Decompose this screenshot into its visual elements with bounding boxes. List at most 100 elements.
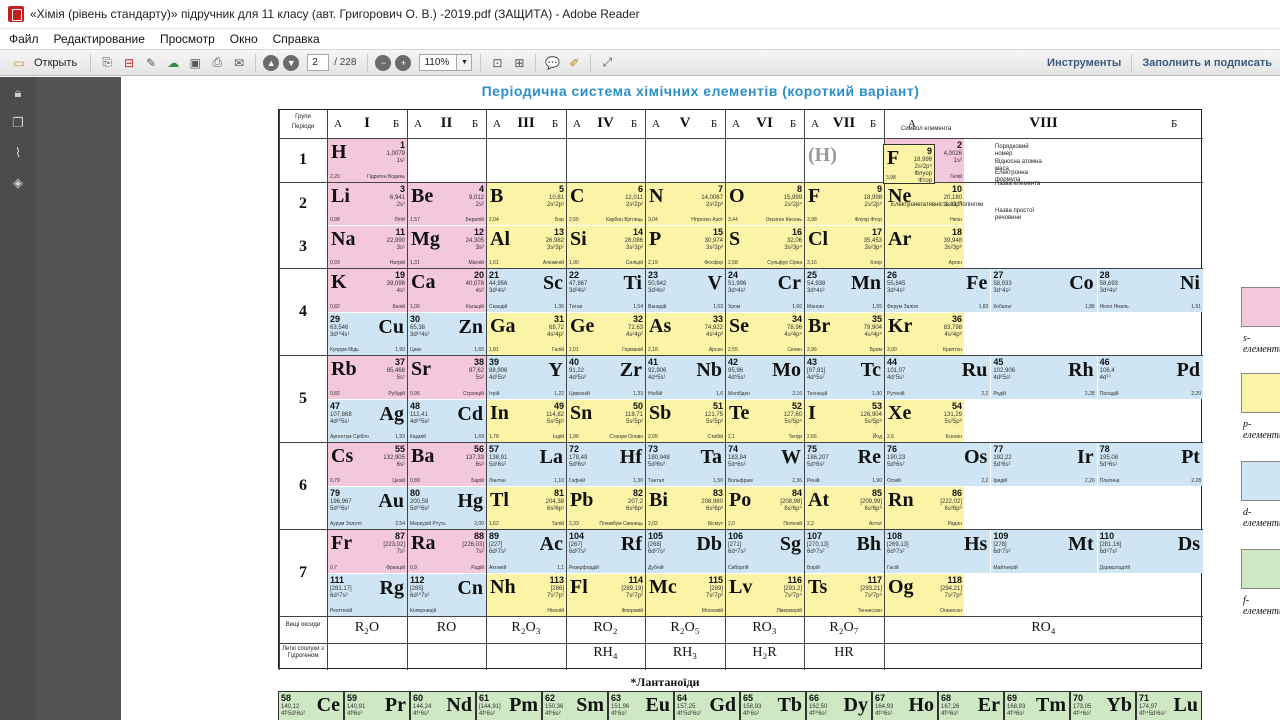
fill-sign-link[interactable]: Заполнить и подписать — [1142, 57, 1272, 69]
lanthanide-cell[interactable]: Pr 59 140,91 4f³6s² — [344, 691, 410, 720]
element-cell[interactable]: Mn 25 54,938 3d⁵4s² Манган 1,55 — [805, 269, 884, 312]
element-cell[interactable]: Sg 106 [271] 6d⁴7s² Сиборгій — [726, 530, 804, 573]
element-cell[interactable]: P 15 30,974 3s²3p³ Фосфор 2,19 — [646, 226, 725, 268]
element-cell[interactable]: O 8 15,999 2s²2p⁴ Оксиген Кисень 3,44 — [726, 183, 804, 225]
element-cell[interactable]: V 23 50,942 3d³4s² Ванадій 1,63 — [646, 269, 725, 312]
element-cell[interactable]: Ds 110 [281,16] 6d⁸7s² Дармштадтій — [1097, 530, 1203, 573]
element-cell[interactable]: Mt 109 [278] 6d⁷7s² Майтнерій — [991, 530, 1097, 573]
element-cell[interactable]: Si 14 28,086 3s²3p² Силіцій 1,90 — [567, 226, 645, 268]
element-cell[interactable]: Tl 81 204,38 6s²6p¹ Талій 1,62 — [487, 487, 566, 529]
element-cell[interactable]: S 16 32,06 3s²3p⁴ Сульфур Сірка 2,58 — [726, 226, 804, 268]
element-cell[interactable]: Rn 86 [222,02] 6s²6p⁶ Радон — [885, 487, 964, 529]
attachment-icon[interactable]: ⌇ — [10, 145, 26, 161]
zoom-in-icon[interactable]: + — [395, 54, 412, 71]
element-cell[interactable]: Xe 54 131,29 5s²5p⁶ Ксенон 2,6 — [885, 400, 964, 442]
element-cell[interactable]: Hg 80 200,59 5d¹⁰6s² Меркурій Ртуть 2,00 — [408, 487, 486, 529]
element-cell[interactable]: Mc 115 [289] 7s²7p³ Московій — [646, 574, 725, 616]
menu-view[interactable]: Просмотр — [151, 32, 221, 46]
cloud-upload-icon[interactable]: ☁ — [164, 54, 182, 72]
menu-edit[interactable]: Редактирование — [45, 32, 151, 46]
element-cell[interactable]: Hs 108 [269,13] 6d⁶7s² Гасій — [885, 530, 991, 573]
zoom-input[interactable]: 110% — [419, 54, 458, 71]
element-cell[interactable]: As 33 74,922 4s²4p³ Арсен 2,18 — [646, 313, 725, 355]
edit-pdf-icon[interactable]: ✎ — [142, 54, 160, 72]
lanthanide-cell[interactable]: Dy 66 162,50 4f¹⁰6s² — [806, 691, 872, 720]
layers-icon[interactable]: ◈ — [10, 175, 26, 191]
element-cell[interactable]: Pt 78 195,08 5d⁹6s¹ Платина 2,28 — [1097, 443, 1203, 486]
lock-icon[interactable]: 🔒︎ — [10, 85, 26, 101]
element-cell[interactable]: Fr 87 [223,02] 7s¹ Францій 0,7 — [328, 530, 407, 573]
element-cell[interactable]: Cd 48 112,41 4d¹⁰5s² Кадмій 1,69 — [408, 400, 486, 442]
element-cell[interactable]: Sr 38 87,62 5s² Стронцій 0,95 — [408, 356, 486, 399]
element-cell[interactable]: Cn 112 [285] 6d¹⁰7s² Коперницій — [408, 574, 486, 616]
document-area[interactable]: Періодична система хімічних елементів (к… — [36, 77, 1280, 720]
lanthanide-cell[interactable]: Pm 61 [144,91] 4f⁵6s² — [476, 691, 542, 720]
element-cell[interactable]: Au 79 196,967 5d¹⁰6s¹ Аурум Золото 2,54 — [328, 487, 407, 529]
lanthanide-cell[interactable]: Er 68 167,26 4f¹²6s² — [938, 691, 1004, 720]
element-cell[interactable]: Re 75 186,207 5d⁵6s² Реній 1,90 — [805, 443, 884, 486]
next-page-icon[interactable]: ▼ — [283, 54, 300, 71]
element-cell[interactable]: Cl 17 35,453 3s²3p⁵ Хлор 3,16 — [805, 226, 884, 268]
element-cell[interactable]: Nb 41 92,906 4d⁴5s¹ Ніобій 1,6 — [646, 356, 725, 399]
element-cell[interactable]: B 5 10,81 2s²2p¹ Бор 2,04 — [487, 183, 566, 225]
save-icon[interactable]: ▣ — [186, 54, 204, 72]
element-cell[interactable]: Pd 46 106,4 4d¹⁰ Паладій 2,20 — [1097, 356, 1203, 399]
element-cell[interactable]: Hf 72 178,49 5d²6s² Гафній 1,30 — [567, 443, 645, 486]
pages-icon[interactable]: ❐ — [10, 115, 26, 131]
lanthanide-cell[interactable]: Ho 67 164,93 4f¹¹6s² — [872, 691, 938, 720]
element-cell[interactable]: Os 76 190,23 5d⁶6s² Осмій 2,2 — [885, 443, 991, 486]
element-cell[interactable]: Ni 28 58,693 3d⁸4s² Нікол Нікель 1,91 — [1097, 269, 1203, 312]
element-cell[interactable]: La 57 138,91 5d¹6s² Лантан 1,10 — [487, 443, 566, 486]
element-cell[interactable]: Nh 113 [286] 7s²7p¹ Ніхоній — [487, 574, 566, 616]
element-cell[interactable]: Kr 36 83,798 4s²4p⁶ Криптон 3,00 — [885, 313, 964, 355]
export-pdf-icon[interactable]: ⊟ — [120, 54, 138, 72]
element-cell[interactable]: Al 13 26,982 3s²3p¹ Алюміній 1,61 — [487, 226, 566, 268]
element-cell[interactable]: Og 118 [294,21] 7s²7p⁶ Оганесон — [885, 574, 964, 616]
element-cell[interactable]: Po 84 [208,98] 6s²6p⁴ Полоній 2,0 — [726, 487, 804, 529]
menu-window[interactable]: Окно — [221, 32, 264, 46]
element-cell[interactable]: W 74 183,84 5d⁴6s² Вольфрам 2,36 — [726, 443, 804, 486]
zoom-out-icon[interactable]: − — [375, 54, 392, 71]
element-cell[interactable]: In 49 114,82 5s²5p¹ Індій 1,78 — [487, 400, 566, 442]
element-cell[interactable]: I 53 126,904 5s²5p⁵ Йод 2,66 — [805, 400, 884, 442]
element-cell[interactable]: Bi 83 208,980 6s²6p³ Бісмут 2,02 — [646, 487, 725, 529]
element-cell[interactable]: Ru 44 101,07 4d⁷5s¹ Рутеній 2,2 — [885, 356, 991, 399]
menu-file[interactable]: Файл — [0, 32, 45, 46]
lanthanide-cell[interactable]: Gd 64 157,25 4f⁷5d¹6s² — [674, 691, 740, 720]
element-cell[interactable]: Ga 31 69,72 4s²4p¹ Галій 1,81 — [487, 313, 566, 355]
lanthanide-cell[interactable]: Nd 60 144,24 4f⁴6s² — [410, 691, 476, 720]
element-cell[interactable]: Db 105 [268] 6d³7s² Дубній — [646, 530, 725, 573]
element-cell[interactable]: Ti 22 47,867 3d²4s² Титан 1,54 — [567, 269, 645, 312]
element-cell[interactable]: Y 39 88,906 4d¹5s² Ітрій 1,22 — [487, 356, 566, 399]
element-cell[interactable]: Ca 20 40,078 4s² Кальцій 1,00 — [408, 269, 486, 312]
element-cell[interactable]: At 85 [209,99] 6s²6p⁵ Астат 2,2 — [805, 487, 884, 529]
lanthanide-cell[interactable]: Yb 70 173,05 4f¹⁴6s² — [1070, 691, 1136, 720]
element-cell[interactable]: Bh 107 [270,13] 6d⁵7s² Борій — [805, 530, 884, 573]
element-cell[interactable]: Rg 111 [281,17] 6d⁹7s² Рентгеній — [328, 574, 407, 616]
element-cell[interactable]: Ir 77 192,22 5d⁷6s² Іридій 2,20 — [991, 443, 1097, 486]
element-cell[interactable]: Fl 114 [289,19] 7s²7p² Флеровій — [567, 574, 645, 616]
highlight-icon[interactable]: ✐ — [565, 54, 583, 72]
element-cell[interactable]: F 9 18,998 2s²2p⁵ Флуор Фтор 3,98 — [805, 183, 884, 225]
element-cell[interactable]: Lv 116 [293,2] 7s²7p⁴ Ліверморій — [726, 574, 804, 616]
element-cell[interactable]: Ac 89 [227] 6d¹7s² Актиній 1,1 — [487, 530, 566, 573]
element-cell[interactable]: Mg 12 24,305 3s² Магній 1,31 — [408, 226, 486, 268]
element-cell[interactable]: Ta 73 180,948 5d³6s² Тантал 1,50 — [646, 443, 725, 486]
element-cell[interactable]: H 1 1,0079 1s¹ Гідроген Водень 2,20 — [328, 139, 407, 182]
menu-help[interactable]: Справка — [264, 32, 326, 46]
element-cell[interactable]: Ra 88 [226,03] 7s² Радій 0,9 — [408, 530, 486, 573]
element-cell[interactable]: Tc 43 [97,91] 4d⁵5s² Технецій 1,90 — [805, 356, 884, 399]
element-cell[interactable]: Ag 47 107,868 4d¹⁰5s¹ Аргентум Срібло 1,93 — [328, 400, 407, 442]
tools-link[interactable]: Инструменты — [1047, 57, 1121, 69]
lanthanide-cell[interactable]: Tb 65 158,93 4f⁹6s² — [740, 691, 806, 720]
lanthanide-cell[interactable]: Sm 62 150,36 4f⁶6s² — [542, 691, 608, 720]
fit-width-icon[interactable]: ⊞ — [510, 54, 528, 72]
element-cell[interactable]: Sb 51 121,75 5s²5p³ Стибій 2,05 — [646, 400, 725, 442]
element-cell[interactable]: Ba 56 137,33 6s² Барій 0,89 — [408, 443, 486, 486]
full-screen-icon[interactable]: ⤢ — [598, 54, 616, 72]
element-cell[interactable]: Br 35 79,904 4s²4p⁵ Бром 2,96 — [805, 313, 884, 355]
element-cell[interactable]: Fe 26 55,845 3d⁶4s² Ферум Залізо 1,83 — [885, 269, 991, 312]
element-cell[interactable]: Sn 50 118,71 5s²5p² Станум Олово 1,96 — [567, 400, 645, 442]
element-cell[interactable]: Cs 55 132,905 6s¹ Цезій 0,79 — [328, 443, 407, 486]
email-icon[interactable]: ✉ — [230, 54, 248, 72]
